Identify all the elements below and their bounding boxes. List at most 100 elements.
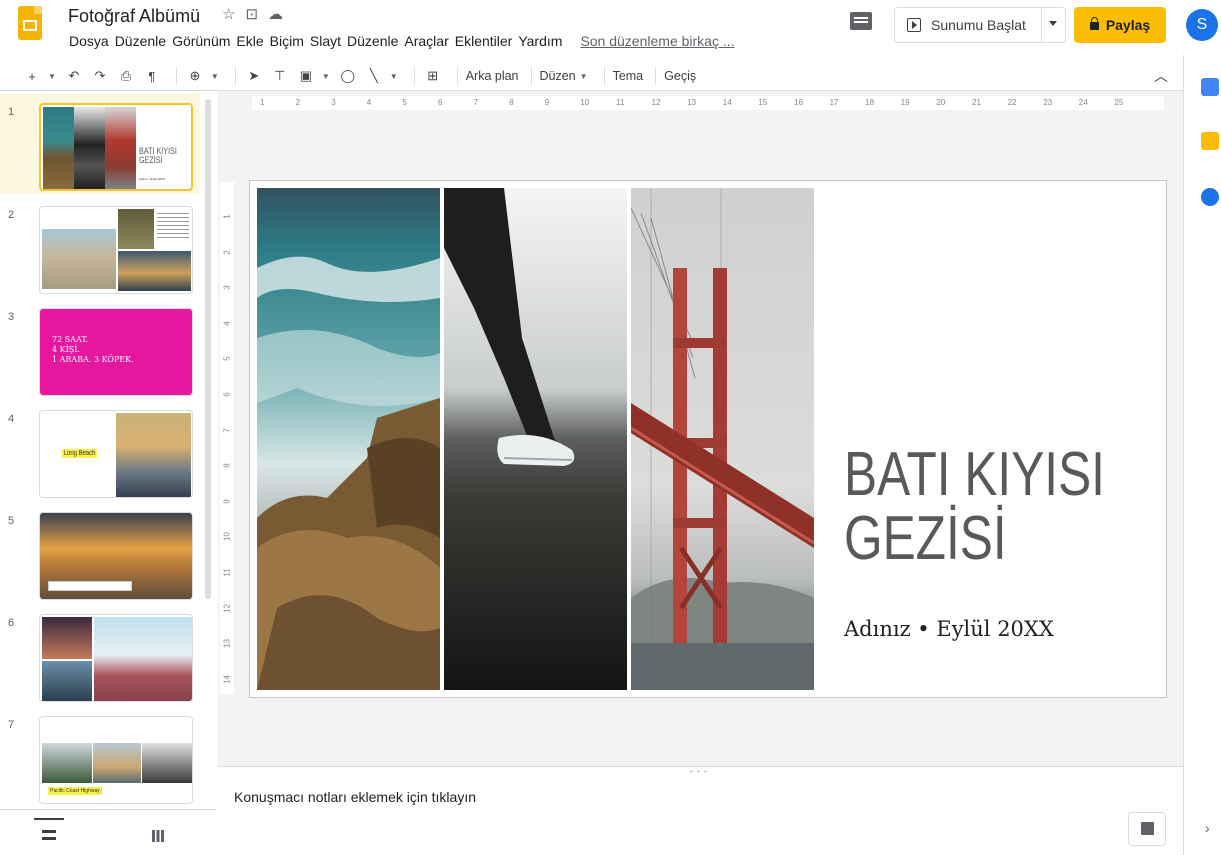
- chevron-down-icon[interactable]: ▼: [48, 72, 56, 81]
- calendar-icon[interactable]: [1201, 78, 1219, 96]
- shape-icon[interactable]: ◯: [338, 66, 358, 86]
- slides-editor: Fotoğraf Albümü ☆ ⊡ ☁ Dosya Düzenle Görü…: [0, 0, 1221, 855]
- menu-help[interactable]: Yardım: [515, 33, 565, 49]
- keep-icon[interactable]: [1201, 132, 1219, 150]
- ruler-tick: 14: [222, 674, 232, 684]
- filmstrip-view-controls: [0, 809, 217, 855]
- chevron-down-icon[interactable]: ▼: [390, 72, 398, 81]
- ruler-tick: 10: [580, 98, 590, 107]
- tasks-icon[interactable]: [1201, 188, 1219, 206]
- star-icon[interactable]: ☆: [222, 5, 235, 23]
- menu-arrange[interactable]: Düzenle: [344, 33, 401, 49]
- paint-format-icon[interactable]: ¶: [142, 66, 162, 86]
- ruler-tick: 12: [222, 603, 232, 613]
- slide-number: 7: [8, 719, 15, 731]
- horizontal-ruler[interactable]: 1 2 3 4 5 6 7 8 9 10 11 12 13 14 15 16 17 18 19 20 21 22 23 24 2…: [252, 96, 1164, 110]
- redo-icon[interactable]: ↷: [90, 66, 110, 86]
- ruler-tick: 20: [936, 98, 946, 107]
- theme-button[interactable]: Tema: [613, 69, 644, 83]
- slide-title-line: GEZİSİ: [844, 504, 1007, 573]
- text-box-icon[interactable]: ⊤: [270, 66, 290, 86]
- comments-icon[interactable]: [850, 12, 872, 30]
- share-button[interactable]: Paylaş: [1074, 7, 1166, 43]
- thumb-label: Pacific Coast Highway: [48, 787, 102, 795]
- cloud-status-icon[interactable]: ☁: [268, 5, 283, 23]
- ruler-tick: 5: [222, 356, 232, 362]
- menu-insert[interactable]: Ekle: [233, 33, 266, 49]
- layout-button[interactable]: Düzen: [540, 69, 576, 83]
- current-slide[interactable]: BATI KIYISI GEZİSİ Adınız • Eylül 20XX: [249, 180, 1167, 698]
- slide-subtitle[interactable]: Adınız • Eylül 20XX: [844, 617, 1054, 641]
- slide-thumbnail[interactable]: 72 SAAT. 4 KİŞİ. 1 ARABA. 3 KÖPEK.: [39, 308, 193, 396]
- menu-slide[interactable]: Slayt: [307, 33, 344, 49]
- menu-format[interactable]: Biçim: [267, 33, 307, 49]
- slide-thumbnail[interactable]: Pacific Coast Highway: [39, 716, 193, 804]
- background-button[interactable]: Arka plan: [466, 69, 519, 83]
- comment-add-icon[interactable]: ⊞: [423, 66, 443, 86]
- slide-thumb-5[interactable]: 5: [0, 503, 200, 603]
- expand-panel-icon[interactable]: ›: [1205, 820, 1210, 836]
- menu-file[interactable]: Dosya: [66, 33, 112, 49]
- zoom-icon[interactable]: ⊕: [185, 66, 205, 86]
- explore-icon[interactable]: [1128, 812, 1166, 846]
- menu-tools[interactable]: Araçlar: [401, 33, 451, 49]
- slide-title[interactable]: BATI KIYISI GEZİSİ: [844, 440, 1105, 573]
- slide-thumb-3[interactable]: 3 72 SAAT. 4 KİŞİ. 1 ARABA. 3 KÖPEK.: [0, 299, 200, 399]
- image-icon[interactable]: ▣: [296, 66, 316, 86]
- thumb-title: BATI KIYISI GEZİSİ: [139, 146, 177, 165]
- print-icon[interactable]: ⎙: [116, 66, 136, 86]
- slide-thumb-7[interactable]: 7 Pacific Coast Highway: [0, 707, 200, 807]
- slide-thumb-6[interactable]: 6: [0, 605, 200, 705]
- line-icon[interactable]: ╲: [364, 66, 384, 86]
- last-edit-link[interactable]: Son düzenleme birkaç ...: [577, 33, 737, 49]
- slide-thumbnail[interactable]: BATI KIYISI GEZİSİ Adınız • Eylül 20XX: [39, 103, 193, 191]
- menu-addons[interactable]: Eklentiler: [452, 33, 516, 49]
- slide-thumb-2[interactable]: 2: [0, 197, 200, 297]
- avatar[interactable]: S: [1186, 9, 1218, 41]
- photo-ocean-rocks[interactable]: [257, 188, 440, 690]
- chevron-down-icon[interactable]: ▼: [580, 72, 588, 81]
- vertical-ruler[interactable]: 1 2 3 4 5 6 7 8 9 10 11 12 13 14: [220, 182, 234, 694]
- active-view-indicator: [34, 818, 64, 820]
- thumb-subtitle: Adınız • Eylül 20XX: [139, 177, 165, 181]
- collapse-toolbar-icon[interactable]: ︿: [1154, 66, 1168, 86]
- title-actions: ☆ ⊡ ☁: [222, 5, 283, 23]
- ruler-tick: 4: [222, 321, 232, 326]
- undo-icon[interactable]: ↶: [64, 66, 84, 86]
- ruler-tick: 12: [651, 98, 661, 107]
- slide-thumbnail[interactable]: [39, 512, 193, 600]
- slide-thumb-1[interactable]: 1 BATI KIYISI GEZİSİ Adınız • Eylül 20XX: [0, 94, 200, 194]
- chevron-down-icon[interactable]: ▼: [322, 72, 330, 81]
- photo-golden-gate[interactable]: [631, 188, 814, 690]
- document-title[interactable]: Fotoğraf Albümü: [68, 6, 200, 27]
- photo-shoes[interactable]: [444, 188, 627, 690]
- slide-number: 3: [8, 311, 15, 323]
- folder-move-icon[interactable]: ⊡: [245, 5, 258, 23]
- speaker-notes-panel[interactable]: [218, 766, 1183, 855]
- present-button[interactable]: Sunumu Başlat: [894, 7, 1066, 43]
- slide-title-line: BATI KIYISI: [844, 440, 1105, 509]
- filmstrip-view-icon[interactable]: [42, 830, 56, 840]
- slide-thumbnail[interactable]: Long Beach: [39, 410, 193, 498]
- side-panel: [1183, 55, 1221, 855]
- slide-number: 4: [8, 413, 15, 425]
- new-slide-icon[interactable]: +: [22, 66, 42, 86]
- slide-thumbnail[interactable]: [39, 206, 193, 294]
- present-label: Sunumu Başlat: [931, 17, 1026, 33]
- filmstrip-scrollbar[interactable]: [205, 99, 211, 599]
- notes-resize-handle[interactable]: • • •: [690, 767, 708, 776]
- menu-edit[interactable]: Düzenle: [112, 33, 169, 49]
- slide-thumb-4[interactable]: 4 Long Beach: [0, 401, 200, 501]
- speaker-notes-placeholder[interactable]: Konuşmacı notları eklemek için tıklayın: [234, 789, 476, 805]
- slide-thumbnail[interactable]: [39, 614, 193, 702]
- toolbar: + ▼ ↶ ↷ ⎙ ¶ ⊕ ▼ ➤ ⊤ ▣ ▼ ◯ ╲ ▼ ⊞ Arka plan Dü…: [22, 66, 700, 86]
- ruler-tick: 25: [1114, 98, 1124, 107]
- present-dropdown-icon[interactable]: [1049, 21, 1057, 26]
- grid-view-icon[interactable]: [152, 830, 164, 842]
- select-cursor-icon[interactable]: ➤: [244, 66, 264, 86]
- transition-button[interactable]: Geçiş: [664, 69, 696, 83]
- ruler-tick: 3: [222, 285, 232, 290]
- slides-logo-icon[interactable]: [18, 6, 42, 40]
- menu-view[interactable]: Görünüm: [169, 33, 233, 49]
- chevron-down-icon[interactable]: ▼: [211, 72, 219, 81]
